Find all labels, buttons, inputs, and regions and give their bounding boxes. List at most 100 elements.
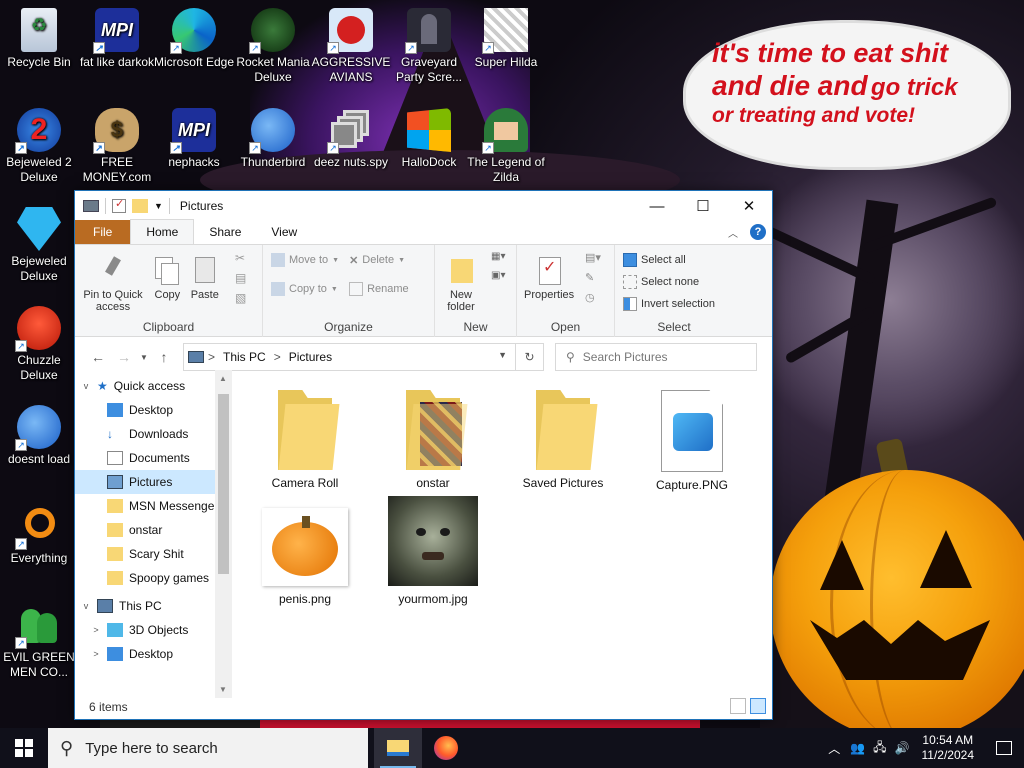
rename-button[interactable]: Rename (349, 278, 409, 300)
desktop-icon-deez-nuts[interactable]: ↗ deez nuts.spy (310, 108, 392, 170)
nav-this-pc-desktop[interactable]: > Desktop (75, 642, 232, 666)
nav-scrollbar[interactable]: ▲ ▼ (215, 370, 232, 698)
properties-check-icon[interactable]: ✓ (112, 198, 126, 213)
delete-button[interactable]: ✕ Delete ▼ (349, 249, 409, 271)
tab-view[interactable]: View (256, 220, 312, 244)
scroll-down-icon[interactable]: ▼ (219, 685, 227, 694)
paste-shortcut-icon[interactable]: ▧ (235, 291, 246, 305)
minimize-button[interactable]: — (634, 191, 680, 221)
nav-onstar[interactable]: onstar (75, 518, 232, 542)
volume-icon[interactable]: 🔊 (895, 741, 910, 755)
breadcrumb-separator[interactable]: > (208, 350, 215, 364)
pin-quick-access-button[interactable]: Pin to Quick access (79, 249, 147, 315)
breadcrumb-pictures[interactable]: Pictures (289, 350, 332, 364)
taskbar-file-explorer[interactable] (374, 728, 422, 768)
new-folder-button[interactable]: New folder (439, 249, 483, 315)
desktop-icon-edge[interactable]: ↗ Microsoft Edge (153, 8, 235, 70)
desktop-icon-super-hilda[interactable]: ↗ Super Hilda (465, 8, 547, 70)
show-hidden-icons-chevron-icon[interactable]: ︿ (828, 740, 840, 757)
properties-button[interactable]: ✓ Properties (521, 249, 577, 303)
copy-path-icon[interactable]: ▤ (235, 271, 246, 285)
nav-pictures[interactable]: Pictures 📌 (75, 470, 232, 494)
file-item-onstar[interactable]: onstar (377, 390, 489, 490)
tab-home[interactable]: Home (130, 219, 195, 244)
nav-documents[interactable]: Documents 📌 (75, 446, 232, 470)
recent-locations-button[interactable]: ▼ (137, 353, 151, 362)
search-box[interactable]: ⚲ Search Pictures (555, 343, 757, 371)
help-icon[interactable]: ? (750, 224, 766, 240)
start-button[interactable] (0, 728, 48, 768)
close-button[interactable]: ✕ (726, 191, 772, 221)
open-icon[interactable]: ▤▾ (585, 251, 601, 264)
select-none-button[interactable]: Select none (623, 271, 729, 293)
cut-icon[interactable]: ✂ (235, 251, 246, 265)
nav-desktop[interactable]: Desktop 📌 (75, 398, 232, 422)
details-view-icon[interactable] (730, 698, 746, 714)
edit-icon[interactable]: ✎ (585, 271, 601, 284)
maximize-button[interactable]: ☐ (680, 191, 726, 221)
action-center-button[interactable] (984, 728, 1024, 768)
paste-button[interactable]: Paste (188, 249, 222, 303)
breadcrumb-separator[interactable]: > (274, 350, 281, 364)
title-bar[interactable]: ✓ ▼ Pictures — ☐ ✕ (75, 191, 772, 221)
back-button[interactable]: ← (85, 349, 111, 365)
desktop-icon-nephacks[interactable]: MPI ↗ nephacks (153, 108, 235, 170)
taskbar-firefox[interactable] (422, 728, 470, 768)
expand-chevron-icon[interactable]: > (89, 625, 103, 635)
file-item-penis-png[interactable]: penis.png (249, 508, 361, 606)
tab-share[interactable]: Share (194, 220, 256, 244)
nav-spoopy-games[interactable]: Spoopy games (75, 566, 232, 590)
collapse-chevron-icon[interactable]: v (79, 381, 93, 391)
desktop-icon-evil-green-men[interactable]: ↗ EVIL GREEN MEN CO... (0, 603, 80, 680)
refresh-button[interactable]: ↻ (515, 344, 543, 370)
copy-to-button[interactable]: Copy to ▼ (271, 278, 339, 300)
expand-chevron-icon[interactable]: > (89, 649, 103, 659)
people-tray-icon[interactable]: 👥 (850, 741, 865, 755)
customize-dropdown-icon[interactable]: ▼ (154, 201, 163, 211)
scrollbar-thumb[interactable] (218, 394, 229, 574)
taskbar-search[interactable]: ⚲ Type here to search (48, 728, 368, 768)
invert-selection-button[interactable]: Invert selection (623, 293, 729, 315)
file-item-yourmom-jpg[interactable]: yourmom.jpg (377, 496, 489, 606)
tab-file[interactable]: File (75, 220, 131, 244)
move-to-button[interactable]: Move to ▼ (271, 249, 339, 271)
nav-scary-shit[interactable]: Scary Shit (75, 542, 232, 566)
file-item-camera-roll[interactable]: Camera Roll (249, 390, 361, 490)
file-item-capture-png[interactable]: Capture.PNG (636, 390, 748, 492)
desktop-icon-zilda[interactable]: ↗ The Legend of Zilda (465, 108, 547, 185)
nav-quick-access[interactable]: v ★ Quick access (75, 374, 232, 398)
nav-downloads[interactable]: ↓ Downloads 📌 (75, 422, 232, 446)
desktop-icon-hallodock[interactable]: HalloDock (388, 108, 470, 170)
file-item-saved-pictures[interactable]: Saved Pictures (507, 390, 619, 490)
desktop-icon-aggressive-avians[interactable]: ↗ AGGRESSIVE AVIANS (310, 8, 392, 85)
forward-button[interactable]: → (111, 349, 137, 365)
desktop-icon-thunderbird[interactable]: ↗ Thunderbird (232, 108, 314, 170)
breadcrumb-this-pc[interactable]: This PC (223, 350, 266, 364)
address-dropdown-icon[interactable]: ▼ (498, 350, 507, 360)
desktop-icon-bejeweled[interactable]: Bejeweled Deluxe (0, 207, 80, 284)
desktop-icon-everything[interactable]: ↗ Everything (0, 504, 80, 566)
nav-msn-messenger[interactable]: MSN Messenger (75, 494, 232, 518)
clock[interactable]: 10:54 AM 11/2/2024 (922, 733, 975, 763)
network-icon[interactable]: 🖧 (873, 738, 886, 759)
scroll-up-icon[interactable]: ▲ (219, 374, 227, 383)
address-bar[interactable]: > This PC > Pictures ▼ ↻ (183, 343, 544, 371)
desktop-icon-chuzzle[interactable]: ↗ Chuzzle Deluxe (0, 306, 80, 383)
history-icon[interactable]: ◷ (585, 291, 601, 304)
desktop-icon-free-money[interactable]: $ ↗ FREE MONEY.com (76, 108, 158, 185)
collapse-ribbon-icon[interactable]: ︿ (728, 225, 738, 240)
nav-3d-objects[interactable]: > 3D Objects (75, 618, 232, 642)
desktop-icon-graveyard[interactable]: ↗ Graveyard Party Scre... (388, 8, 470, 85)
easy-access-icon[interactable]: ▣▾ (491, 270, 505, 281)
desktop-icon-doesnt-load[interactable]: ↗ doesnt load (0, 405, 80, 467)
desktop-icon-fat-like-darkok[interactable]: MPI ↗ fat like darkok (76, 8, 158, 70)
nav-this-pc[interactable]: v This PC (75, 594, 232, 618)
desktop-icon-recycle-bin[interactable]: ♻ Recycle Bin (0, 8, 80, 70)
desktop-icon-rocket-mania[interactable]: ↗ Rocket Mania Deluxe (232, 8, 314, 85)
select-all-button[interactable]: Select all (623, 249, 729, 271)
new-folder-icon[interactable] (132, 199, 148, 213)
large-icons-view-icon[interactable] (750, 698, 766, 714)
copy-button[interactable]: Copy (150, 249, 184, 303)
up-button[interactable]: ↑ (151, 349, 177, 365)
new-item-icon[interactable]: ▦▾ (491, 251, 505, 262)
